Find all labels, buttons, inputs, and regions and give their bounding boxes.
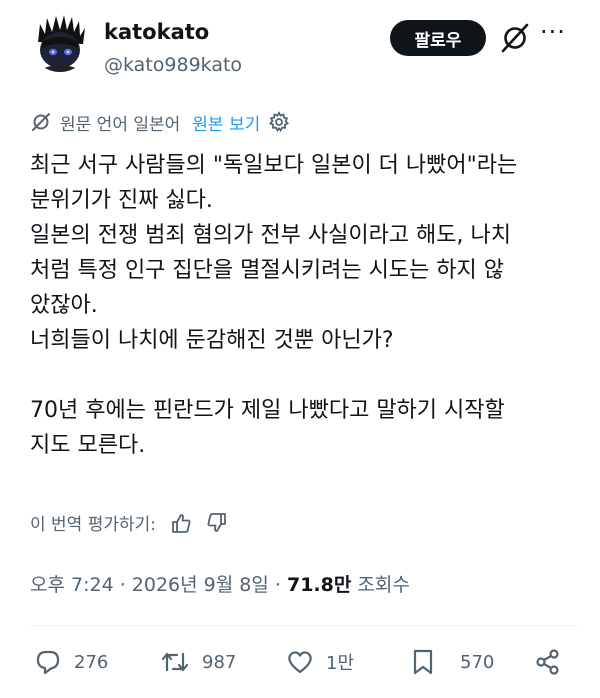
bookmark-icon [413,649,433,675]
like-count: 1만 [326,653,355,674]
meta-separator: · [268,574,287,596]
like-button[interactable]: 1만 [286,648,354,676]
post-time[interactable]: 오후 7:24 [30,574,114,596]
bookmark-count: 570 [460,651,495,673]
thumbs-down-icon[interactable] [206,512,228,534]
follow-button[interactable]: 팔로우 [390,20,486,56]
divider [30,625,578,626]
rate-translation: 이 번역 평가하기: [30,510,228,535]
translation-bar: 원문 언어 일본어 원본 보기 [30,109,290,135]
translate-icon [32,113,50,131]
rate-translation-label: 이 번역 평가하기: [30,515,157,535]
share-icon [536,649,559,675]
post-meta: 오후 7:24 · 2026년 9월 8일 · 71.8만 조회수 [30,570,410,597]
meta-separator: · [113,574,132,596]
repost-icon [161,652,189,672]
show-original-link[interactable]: 원본 보기 [192,110,260,135]
repost-count: 987 [202,651,237,673]
grok-icon[interactable] [500,22,530,54]
reply-button[interactable]: 276 [34,648,108,676]
heart-icon [288,651,312,674]
post-date[interactable]: 2026년 9월 8일 [132,574,269,596]
views-count: 71.8만 [286,574,352,596]
thumbs-up-icon[interactable] [170,512,192,534]
gear-icon[interactable] [268,111,290,133]
reply-count: 276 [74,651,109,673]
avatar[interactable] [30,12,90,72]
translation-source-label: 원문 언어 일본어 [60,114,181,135]
reply-icon [36,650,60,675]
repost-button[interactable]: 987 [160,648,236,676]
author-name[interactable]: katokato [104,20,209,44]
bookmark-button[interactable]: 570 [410,648,494,676]
author-handle[interactable]: @kato989kato [104,54,242,76]
views-label: 조회수 [351,574,410,596]
more-options-icon[interactable]: ··· [540,18,566,46]
post-text: 최근 서구 사람들의 "독일보다 일본이 더 나빴어"라는 분위기가 진짜 싫다… [30,153,518,458]
share-button[interactable] [534,648,574,676]
